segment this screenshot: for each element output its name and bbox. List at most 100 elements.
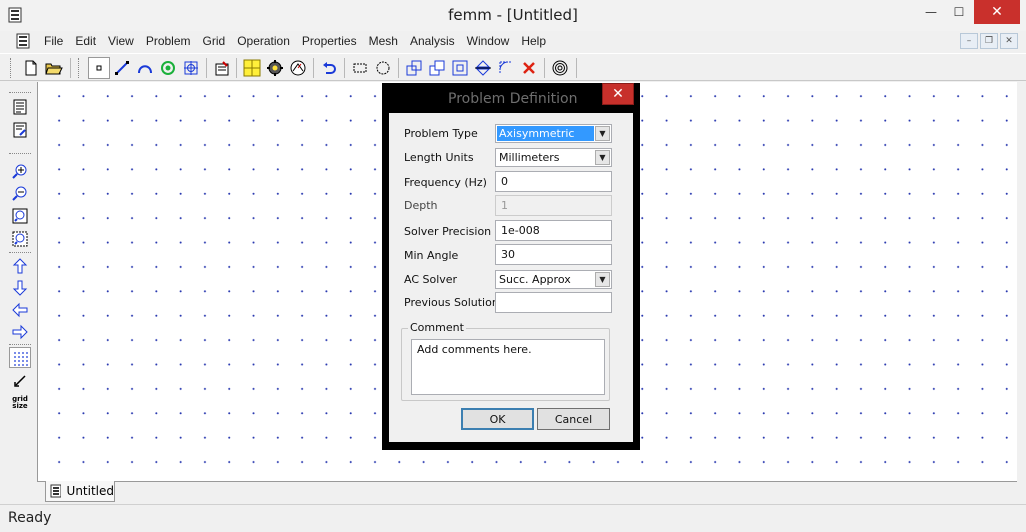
mdi-close-button[interactable]: ✕ (1000, 33, 1018, 49)
menu-grid[interactable]: Grid (197, 33, 232, 49)
menu-mesh[interactable]: Mesh (363, 33, 404, 49)
view-results-icon[interactable] (287, 57, 309, 79)
menu-view[interactable]: View (102, 33, 140, 49)
scale-icon[interactable] (449, 57, 471, 79)
depth-label: Depth (404, 199, 438, 212)
show-grid-icon[interactable] (9, 347, 31, 368)
frequency-input[interactable]: 0 (495, 171, 612, 192)
menu-problem[interactable]: Problem (140, 33, 197, 49)
pan-right-icon[interactable] (9, 321, 31, 342)
group-mode-icon[interactable] (180, 57, 202, 79)
menu-edit[interactable]: Edit (69, 33, 102, 49)
menu-bar: File Edit View Problem Grid Operation Pr… (0, 31, 1026, 51)
arc-segment-mode-icon[interactable] (134, 57, 156, 79)
comment-groupbox: Comment Add comments here. (401, 321, 610, 401)
length-units-select[interactable]: Millimeters ▼ (495, 148, 612, 167)
zoom-natural-icon[interactable] (9, 205, 31, 226)
delete-icon[interactable] (518, 57, 540, 79)
grid-size-label-line2: size (12, 402, 28, 410)
document-tab-strip: Untitled (37, 481, 1017, 503)
open-boundary-icon[interactable] (549, 57, 571, 79)
status-text: Ready (8, 510, 52, 526)
new-document-icon[interactable] (20, 57, 42, 79)
document-system-menu-icon[interactable] (16, 33, 30, 49)
toolbar-grip[interactable] (9, 344, 31, 346)
min-angle-label: Min Angle (404, 249, 459, 262)
grid-size-button[interactable]: grid size (9, 391, 31, 415)
chevron-down-icon[interactable]: ▼ (595, 126, 610, 141)
menu-help[interactable]: Help (515, 33, 552, 49)
mdi-minimize-button[interactable]: – (960, 33, 978, 49)
snap-grid-icon[interactable] (9, 370, 31, 391)
ok-button[interactable]: OK (461, 408, 534, 430)
toolbar-grip[interactable] (10, 58, 13, 78)
previous-solution-label: Previous Solution (404, 296, 499, 309)
toolbar-grip[interactable] (78, 58, 81, 78)
min-angle-input[interactable]: 30 (495, 244, 612, 265)
femm-document-icon (50, 484, 61, 498)
window-title: femm - [Untitled] (448, 6, 578, 24)
mirror-icon[interactable] (472, 57, 494, 79)
main-toolbar (0, 53, 1026, 81)
chevron-down-icon[interactable]: ▼ (595, 272, 610, 287)
length-units-value: Millimeters (499, 151, 560, 164)
dialog-close-button[interactable]: ✕ (602, 83, 634, 105)
title-bar: femm - [Untitled] — ☐ ✕ (0, 0, 1026, 31)
frequency-label: Frequency (Hz) (404, 176, 487, 189)
fillet-icon[interactable] (495, 57, 517, 79)
ac-solver-select[interactable]: Succ. Approx ▼ (495, 270, 612, 289)
problem-type-select[interactable]: Axisymmetric ▼ (495, 124, 612, 143)
menu-analysis[interactable]: Analysis (404, 33, 461, 49)
minimize-button[interactable]: — (916, 0, 946, 24)
document-tab-untitled[interactable]: Untitled (45, 481, 115, 502)
dialog-title: Problem Definition (448, 91, 578, 107)
problem-definition-dialog: Problem Definition ✕ Problem Type Axisym… (382, 83, 640, 450)
ac-solver-label: AC Solver (404, 273, 458, 286)
copy-icon[interactable] (426, 57, 448, 79)
maximize-button[interactable]: ☐ (944, 0, 974, 24)
select-circle-icon[interactable] (372, 57, 394, 79)
status-bar: Ready (0, 504, 1026, 532)
pan-down-icon[interactable] (9, 277, 31, 298)
mesh-generator-icon[interactable] (241, 57, 263, 79)
comment-textarea[interactable]: Add comments here. (411, 339, 605, 395)
problem-definition-icon[interactable] (211, 57, 233, 79)
block-label-mode-icon[interactable] (157, 57, 179, 79)
pan-left-icon[interactable] (9, 299, 31, 320)
node-mode-icon[interactable] (88, 57, 110, 79)
cancel-button[interactable]: Cancel (537, 408, 610, 430)
menu-window[interactable]: Window (461, 33, 516, 49)
menu-properties[interactable]: Properties (296, 33, 363, 49)
comment-legend: Comment (408, 321, 466, 334)
dialog-title-bar[interactable]: Problem Definition ✕ (382, 83, 640, 113)
solver-precision-input[interactable]: 1e-008 (495, 220, 612, 241)
close-button[interactable]: ✕ (974, 0, 1020, 24)
properties-list-icon[interactable] (9, 96, 31, 117)
open-folder-icon[interactable] (43, 57, 65, 79)
zoom-in-icon[interactable] (9, 161, 31, 182)
ac-solver-value: Succ. Approx (499, 273, 571, 286)
toolbar-grip[interactable] (9, 252, 31, 254)
document-tab-label: Untitled (66, 484, 114, 498)
move-icon[interactable] (403, 57, 425, 79)
undo-icon[interactable] (318, 57, 340, 79)
select-rectangle-icon[interactable] (349, 57, 371, 79)
zoom-window-icon[interactable] (9, 228, 31, 249)
run-analysis-icon[interactable] (264, 57, 286, 79)
toolbar-grip[interactable] (9, 153, 31, 155)
mdi-restore-button[interactable]: ❐ (980, 33, 998, 49)
edit-properties-icon[interactable] (9, 119, 31, 140)
problem-type-value: Axisymmetric (497, 126, 594, 141)
toolbar-grip[interactable] (9, 92, 31, 94)
dialog-body: Problem Type Axisymmetric ▼ Length Units… (389, 113, 633, 442)
length-units-label: Length Units (404, 151, 474, 164)
depth-input: 1 (495, 195, 612, 216)
solver-precision-label: Solver Precision (404, 225, 492, 238)
pan-up-icon[interactable] (9, 255, 31, 276)
zoom-out-icon[interactable] (9, 183, 31, 204)
previous-solution-input[interactable] (495, 292, 612, 313)
menu-file[interactable]: File (38, 33, 69, 49)
menu-operation[interactable]: Operation (231, 33, 296, 49)
chevron-down-icon[interactable]: ▼ (595, 150, 610, 165)
segment-mode-icon[interactable] (111, 57, 133, 79)
